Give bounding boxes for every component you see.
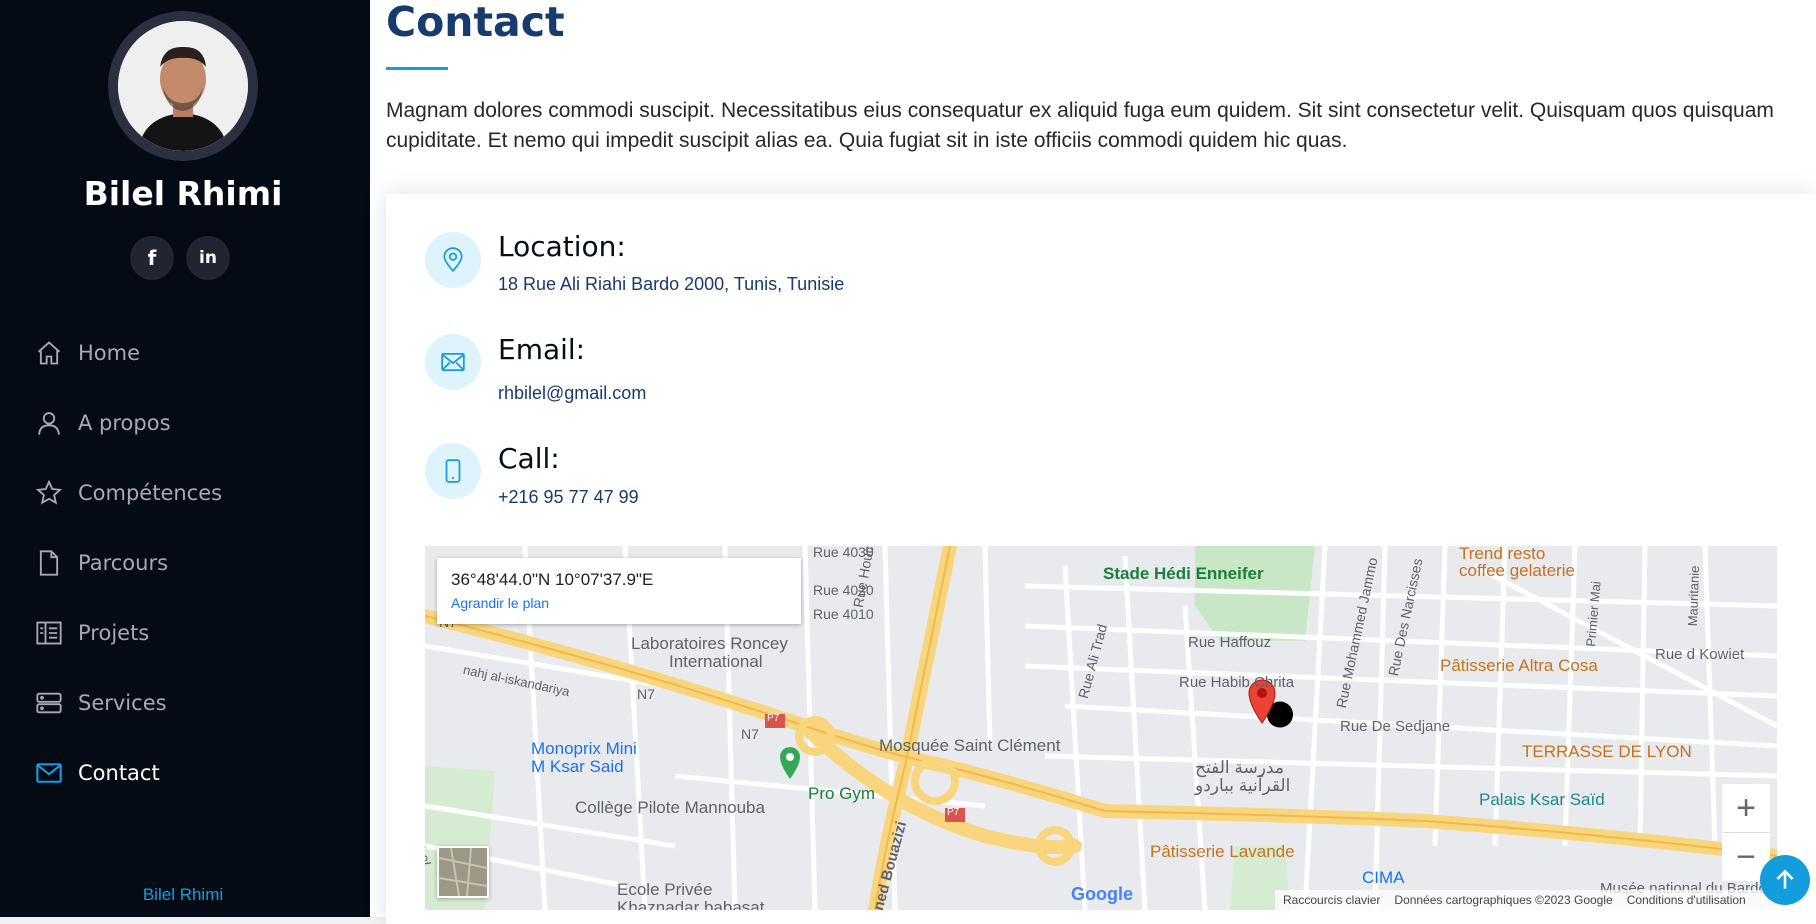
zoom-in-button[interactable]: + bbox=[1722, 784, 1770, 833]
nav-item-skills[interactable]: Compétences bbox=[34, 458, 364, 528]
map-label: N7 bbox=[741, 726, 759, 742]
map-label: Rue d Kowiet bbox=[1655, 646, 1745, 663]
nav-label: Home bbox=[78, 341, 141, 365]
google-map[interactable]: Stade Hédi Enneifer Trend resto coffee g… bbox=[425, 546, 1777, 910]
map-label: Stade Hédi Enneifer bbox=[1103, 564, 1264, 583]
server-icon bbox=[34, 688, 64, 718]
nav-item-contact[interactable]: Contact bbox=[34, 738, 364, 808]
map-label: CIMA bbox=[1362, 868, 1405, 887]
map-label: TERRASSE DE LYON bbox=[1522, 742, 1692, 761]
linkedin-link[interactable]: in bbox=[186, 236, 230, 280]
nav-label: Services bbox=[78, 691, 167, 715]
section-intro: Magnam dolores commodi suscipit. Necessi… bbox=[386, 99, 1774, 152]
nav-item-home[interactable]: Home bbox=[34, 318, 364, 388]
nav-label: Parcours bbox=[78, 551, 169, 575]
map-label: M Ksar Said bbox=[531, 757, 624, 776]
map-label: Ecole Privée bbox=[617, 880, 713, 899]
nav-item-about[interactable]: A propos bbox=[34, 388, 364, 458]
nav-label: Compétences bbox=[78, 481, 223, 505]
sidebar: Bilel Rhimi f in Home A propos Compétenc… bbox=[0, 0, 370, 917]
user-icon bbox=[34, 408, 64, 438]
footer-credit[interactable]: Bilel Rhimi bbox=[0, 885, 366, 905]
title-underline bbox=[386, 67, 448, 70]
minus-icon: − bbox=[1736, 837, 1756, 876]
arrow-up-icon bbox=[1776, 869, 1794, 889]
map-label: Mosquée Saint Clément bbox=[879, 736, 1061, 755]
email-icon bbox=[425, 334, 481, 390]
map-label: Rue De Sedjane bbox=[1340, 718, 1451, 735]
contact-section: Contact Magnam dolores commodi suscipit.… bbox=[370, 0, 1816, 924]
contact-info-card: Location: 18 Rue Ali Riahi Bardo 2000, T… bbox=[386, 194, 1816, 924]
section-title: Contact bbox=[386, 0, 565, 46]
enlarge-map-link[interactable]: Agrandir le plan bbox=[451, 595, 549, 611]
map-label: القرآنية بباردو bbox=[1195, 776, 1291, 795]
nav-item-projects[interactable]: Projets bbox=[34, 598, 364, 668]
email-text[interactable]: rhbilel@gmail.com bbox=[498, 383, 646, 404]
phone-icon bbox=[425, 443, 481, 499]
map-label: Laboratoires Roncey bbox=[631, 634, 788, 653]
facebook-icon: f bbox=[147, 246, 157, 270]
profile-photo-frame bbox=[108, 11, 258, 161]
satellite-thumbnail-icon bbox=[439, 848, 487, 896]
map-label: Rue Habib Chrita bbox=[1179, 674, 1295, 691]
nav-item-services[interactable]: Services bbox=[34, 668, 364, 738]
main-nav: Home A propos Compétences Parcours Proje… bbox=[34, 318, 364, 808]
map-attribution: Raccourcis clavier Données cartographiqu… bbox=[1275, 890, 1777, 910]
map-label: P7 bbox=[947, 807, 960, 818]
map-label: Monoprix Mini bbox=[531, 739, 637, 758]
gym-pin-icon bbox=[780, 747, 800, 779]
satellite-toggle[interactable] bbox=[437, 846, 489, 898]
map-label: Collège Pilote Mannouba bbox=[575, 798, 765, 817]
nav-label: Projets bbox=[78, 621, 150, 645]
map-label: مدرسة الفتح bbox=[1195, 758, 1284, 777]
layout-icon bbox=[34, 618, 64, 648]
google-logo: Google bbox=[1071, 884, 1133, 904]
map-label: Palais Ksar Saïd bbox=[1479, 790, 1605, 809]
keyboard-shortcuts-link[interactable]: Raccourcis clavier bbox=[1283, 893, 1380, 907]
back-to-top-button[interactable] bbox=[1760, 855, 1810, 905]
map-label: Pro Gym bbox=[808, 784, 876, 803]
call-text[interactable]: +216 95 77 47 99 bbox=[498, 487, 639, 508]
map-label: Mauritanie bbox=[1685, 565, 1703, 627]
call-heading: Call: bbox=[498, 442, 560, 475]
map-coordinates: 36°48'44.0"N 10°07'37.9"E bbox=[451, 570, 654, 589]
plus-icon: + bbox=[1736, 788, 1756, 827]
profile-name: Bilel Rhimi bbox=[83, 174, 283, 213]
email-heading: Email: bbox=[498, 333, 586, 366]
map-label: Pâtisserie Altra Cosa bbox=[1440, 656, 1598, 675]
envelope-icon bbox=[34, 758, 64, 788]
profile-photo bbox=[118, 21, 248, 151]
map-label: Khaznadar babasat bbox=[617, 898, 765, 910]
nav-item-resume[interactable]: Parcours bbox=[34, 528, 364, 598]
map-label: International bbox=[669, 652, 763, 671]
map-label: Pâtisserie Lavande bbox=[1150, 842, 1295, 861]
location-heading: Location: bbox=[498, 230, 626, 263]
location-text: 18 Rue Ali Riahi Bardo 2000, Tunis, Tuni… bbox=[498, 274, 845, 294]
home-icon bbox=[34, 338, 64, 368]
terms-link[interactable]: Conditions d'utilisation bbox=[1627, 893, 1746, 907]
map-label: N7 bbox=[637, 686, 655, 702]
facebook-link[interactable]: f bbox=[130, 236, 174, 280]
nav-label: A propos bbox=[78, 411, 171, 435]
map-data-text: Données cartographiques ©2023 Google bbox=[1394, 893, 1613, 907]
nav-label: Contact bbox=[78, 761, 160, 785]
map-info-card: 36°48'44.0"N 10°07'37.9"E Agrandir le pl… bbox=[437, 558, 801, 624]
star-icon bbox=[34, 478, 64, 508]
linkedin-icon: in bbox=[199, 248, 217, 268]
file-icon bbox=[34, 548, 64, 578]
location-icon bbox=[425, 232, 481, 288]
map-label: P7 bbox=[767, 713, 780, 724]
map-label: Rue Haffouz bbox=[1188, 634, 1272, 651]
map-label: coffee gelaterie bbox=[1459, 561, 1575, 580]
